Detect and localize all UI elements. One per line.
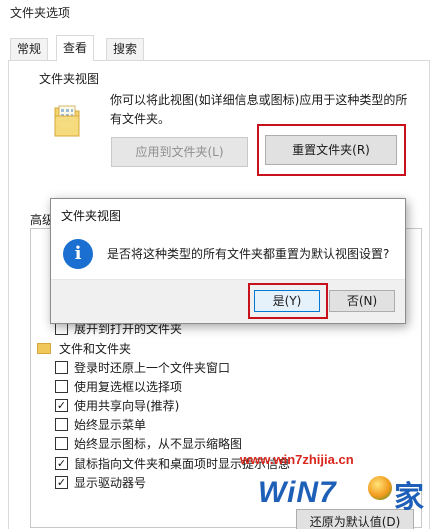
checkbox[interactable] — [55, 380, 68, 393]
yes-button[interactable]: 是(Y) — [254, 290, 320, 312]
dialog-footer: 是(Y) 否(N) — [51, 279, 405, 323]
tab-search[interactable]: 搜索 — [106, 38, 145, 60]
list-item-label: 始终显示菜单 — [74, 418, 147, 432]
dialog-body: i 是否将这种类型的所有文件夹都重置为默认视图设置? — [51, 227, 405, 279]
tab-label: 查看 — [63, 41, 88, 55]
list-item-label: 文件和文件夹 — [59, 342, 132, 356]
dialog-message: 是否将这种类型的所有文件夹都重置为默认视图设置? — [107, 247, 390, 261]
list-item-label: 使用复选框以选择项 — [74, 380, 183, 394]
list-item[interactable]: 始终显示菜单 — [55, 415, 421, 434]
list-item[interactable]: 文件和文件夹 — [37, 339, 421, 358]
checkbox-checked[interactable]: ✓ — [55, 399, 68, 412]
list-item[interactable]: ✓ 使用共享向导(推荐) — [55, 396, 421, 415]
checkbox-checked[interactable]: ✓ — [55, 476, 68, 489]
checkbox[interactable] — [55, 437, 68, 450]
checkbox[interactable] — [55, 361, 68, 374]
no-button[interactable]: 否(N) — [329, 290, 395, 312]
list-item-label: 始终显示图标，从不显示缩略图 — [74, 437, 243, 451]
folder-views-description: 你可以将此视图(如详细信息或图标)应用于这种类型的所有文件夹。 — [110, 93, 408, 126]
tab-general[interactable]: 常规 — [10, 38, 49, 60]
tab-view[interactable]: 查看 — [56, 35, 95, 61]
tab-label: 搜索 — [113, 42, 138, 56]
folder-view-icon — [54, 105, 80, 137]
list-item[interactable]: ✓ 鼠标指向文件夹和桌面项时显示提示信息 — [55, 454, 421, 473]
info-icon: i — [63, 239, 93, 269]
folder-views-label: 文件夹视图 — [36, 70, 103, 87]
tab-label: 常规 — [17, 42, 42, 56]
dialog-title: 文件夹视图 — [61, 209, 122, 223]
list-item-label: 显示驱动器号 — [74, 476, 147, 490]
list-item[interactable]: ✓ 显示驱动器号 — [55, 473, 421, 492]
window-title: 文件夹选项 — [10, 6, 71, 20]
list-item-label: 登录时还原上一个文件夹窗口 — [74, 361, 231, 375]
apply-to-folders-button[interactable]: 应用到文件夹(L) — [111, 137, 248, 167]
reset-folders-button[interactable]: 重置文件夹(R) — [265, 135, 397, 165]
list-item-label: 使用共享向导(推荐) — [74, 399, 180, 413]
list-item-label: 鼠标指向文件夹和桌面项时显示提示信息 — [74, 457, 291, 471]
restore-defaults-button[interactable]: 还原为默认值(D) — [296, 509, 414, 529]
list-item[interactable]: 使用复选框以选择项 — [55, 377, 421, 396]
checkbox-checked[interactable]: ✓ — [55, 457, 68, 470]
folder-icon — [37, 343, 51, 354]
list-item[interactable]: 登录时还原上一个文件夹窗口 — [55, 358, 421, 377]
list-item[interactable]: 始终显示图标，从不显示缩略图 — [55, 434, 421, 453]
checkbox[interactable] — [55, 418, 68, 431]
confirm-dialog: 文件夹视图 i 是否将这种类型的所有文件夹都重置为默认视图设置? 是(Y) 否(… — [50, 198, 406, 324]
